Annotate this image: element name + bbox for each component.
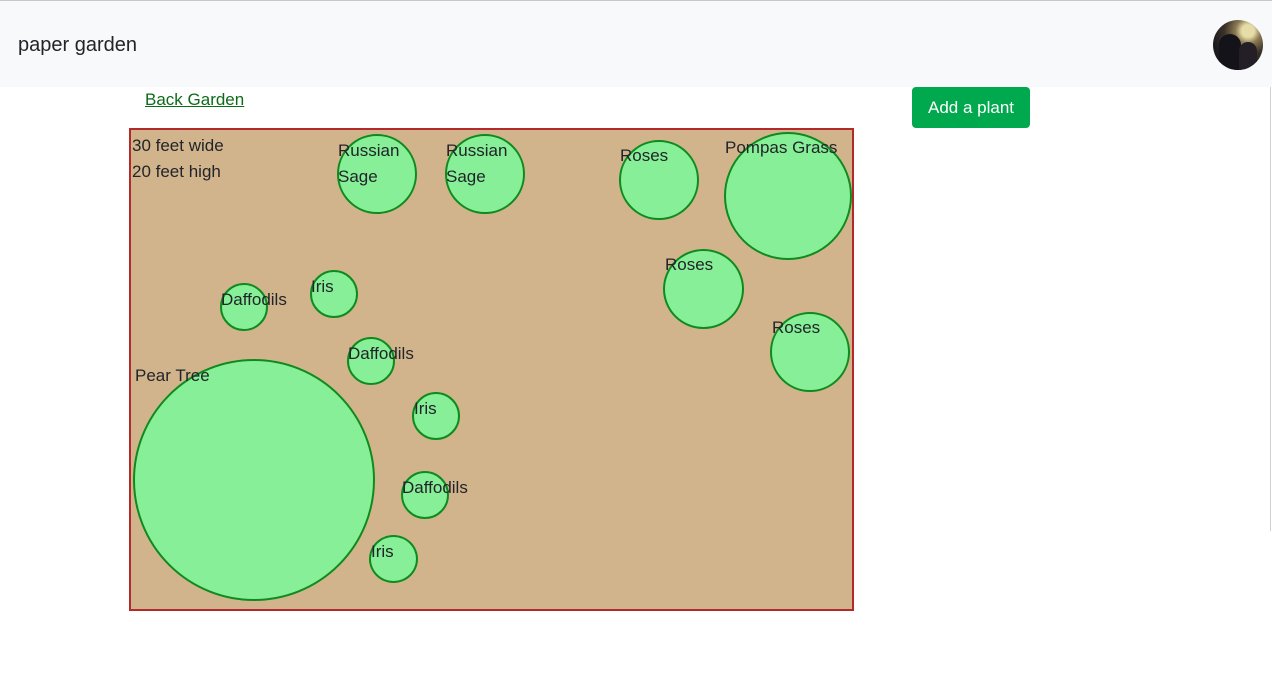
garden-width-text: 30 feet wide <box>132 136 224 155</box>
add-plant-button[interactable]: Add a plant <box>912 87 1030 128</box>
plant-label-roses: Roses <box>772 318 821 337</box>
plant-label-roses: Roses <box>665 255 714 274</box>
user-avatar-icon[interactable] <box>1213 20 1263 70</box>
plant-label-roses: Roses <box>620 146 669 165</box>
plant-label-daffodils: Daffodils <box>348 344 414 363</box>
plant-label-pear-tree: Pear Tree <box>135 366 210 385</box>
plant-label-russian-sage: Russian Sage <box>338 141 400 186</box>
avatar-figure-secondary <box>1239 42 1257 70</box>
avatar-figure <box>1219 34 1241 70</box>
garden-canvas[interactable]: 30 feet wide 20 feet high Russian Sage R… <box>129 128 854 611</box>
plant-label-iris: Iris <box>311 277 334 296</box>
plant-label-iris: Iris <box>414 399 437 418</box>
plant-label-iris: Iris <box>371 542 394 561</box>
plant-label-daffodils: Daffodils <box>221 290 287 309</box>
scrollbar[interactable] <box>1270 87 1271 531</box>
back-garden-link[interactable]: Back Garden <box>145 90 244 110</box>
plant-label-daffodils: Daffodils <box>402 478 468 497</box>
plant-label-russian-sage: Russian Sage <box>446 141 508 186</box>
garden-dimensions: 30 feet wide 20 feet high <box>132 133 224 185</box>
navbar: paper garden <box>0 1 1272 87</box>
plant-label-pompas-grass: Pompas Grass <box>725 138 838 157</box>
brand-title[interactable]: paper garden <box>18 32 137 58</box>
garden-height-text: 20 feet high <box>132 162 221 181</box>
plant-circle-pear-tree[interactable] <box>133 359 375 601</box>
